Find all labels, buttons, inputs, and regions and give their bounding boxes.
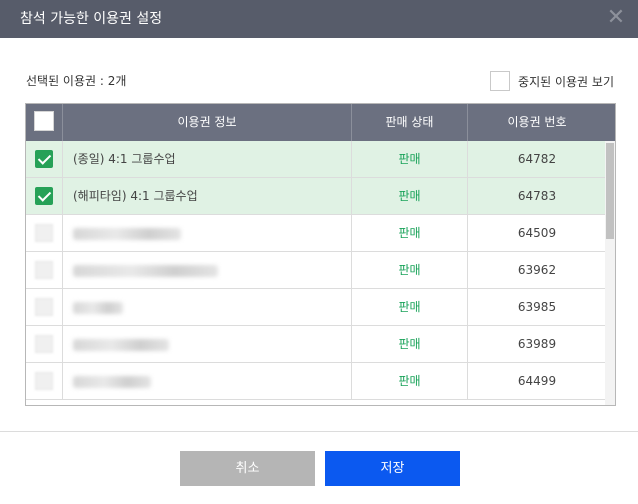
row-checkbox[interactable]	[35, 224, 53, 242]
row-checkbox[interactable]	[35, 335, 53, 353]
selected-count-label: 선택된 이용권 : 2개	[26, 74, 127, 88]
show-stopped-label: 중지된 이용권 보기	[518, 74, 614, 89]
ticket-number-cell: 63989	[517, 337, 557, 351]
ticket-number-cell: 64783	[517, 189, 557, 203]
sale-status-cell: 판매	[352, 141, 468, 177]
modal-title: 참석 가능한 이용권 설정	[20, 11, 163, 27]
header-select-all-cell[interactable]	[26, 104, 63, 141]
ticket-table: 이용권 정보 판매 상태 이용권 번호 (종일) 4:1 그룹수업 판매 64782…	[25, 103, 616, 406]
select-all-checkbox[interactable]	[34, 111, 54, 131]
table-row[interactable]: 판매 63989	[26, 326, 605, 363]
row-checkbox-cell[interactable]	[26, 141, 63, 177]
redacted-text	[73, 301, 123, 314]
sale-status-cell: 판매	[352, 252, 468, 288]
redacted-text	[73, 375, 151, 388]
row-checkbox-cell[interactable]	[26, 178, 63, 214]
row-checkbox[interactable]	[35, 372, 53, 390]
check-icon[interactable]	[35, 150, 53, 168]
header-ticket-info: 이용권 정보	[63, 104, 352, 141]
ticket-info-cell: (해피타임) 4:1 그룹수업	[63, 178, 352, 214]
table-header: 이용권 정보 판매 상태 이용권 번호	[26, 104, 615, 141]
save-button[interactable]: 저장	[325, 451, 460, 486]
row-checkbox-cell[interactable]	[26, 252, 63, 288]
redacted-text	[73, 338, 169, 351]
cancel-button[interactable]: 취소	[180, 451, 315, 486]
table-row[interactable]: 판매 64509	[26, 215, 605, 252]
ticket-info-cell	[63, 326, 352, 362]
ticket-number-cell: 64499	[517, 374, 557, 388]
ticket-info-cell	[63, 252, 352, 288]
sale-status-cell: 판매	[352, 178, 468, 214]
table-row[interactable]: (종일) 4:1 그룹수업 판매 64782	[26, 141, 605, 178]
close-icon[interactable]: ✕	[602, 4, 630, 32]
ticket-number-cell: 64782	[517, 152, 557, 166]
redacted-text	[73, 264, 218, 277]
ticket-number-cell: 63962	[517, 263, 557, 277]
redacted-text	[73, 227, 181, 240]
modal-header: 참석 가능한 이용권 설정 ✕	[0, 0, 638, 38]
table-scrollbar[interactable]	[605, 141, 615, 405]
header-sale-status: 판매 상태	[352, 104, 468, 141]
table-row[interactable]: 판매 63962	[26, 252, 605, 289]
table-row[interactable]: 판매 63985	[26, 289, 605, 326]
sale-status-cell: 판매	[352, 215, 468, 251]
ticket-info-cell	[63, 215, 352, 251]
row-checkbox-cell[interactable]	[26, 289, 63, 325]
sale-status-cell: 판매	[352, 289, 468, 325]
check-icon[interactable]	[35, 187, 53, 205]
row-checkbox-cell[interactable]	[26, 326, 63, 362]
footer-divider	[0, 431, 638, 432]
ticket-info-cell: (종일) 4:1 그룹수업	[63, 141, 352, 177]
ticket-number-cell: 64509	[517, 226, 557, 240]
ticket-number-cell: 63985	[517, 300, 557, 314]
sale-status-cell: 판매	[352, 326, 468, 362]
show-stopped-toggle[interactable]: 중지된 이용권 보기	[490, 70, 614, 92]
header-ticket-number: 이용권 번호	[507, 115, 567, 129]
table-body: (종일) 4:1 그룹수업 판매 64782 (해피타임) 4:1 그룹수업 판매 647…	[26, 141, 605, 400]
table-row[interactable]: 판매 64499	[26, 363, 605, 400]
sale-status-cell: 판매	[352, 363, 468, 399]
show-stopped-checkbox[interactable]	[490, 71, 511, 91]
row-checkbox[interactable]	[35, 298, 53, 316]
row-checkbox-cell[interactable]	[26, 215, 63, 251]
ticket-info-cell	[63, 363, 352, 399]
table-row[interactable]: (해피타임) 4:1 그룹수업 판매 64783	[26, 178, 605, 215]
ticket-info-cell	[63, 289, 352, 325]
scrollbar-thumb[interactable]	[606, 143, 614, 239]
row-checkbox-cell[interactable]	[26, 363, 63, 399]
row-checkbox[interactable]	[35, 261, 53, 279]
ticket-settings-modal: 참석 가능한 이용권 설정 ✕ 선택된 이용권 : 2개 중지된 이용권 보기 …	[0, 0, 638, 504]
